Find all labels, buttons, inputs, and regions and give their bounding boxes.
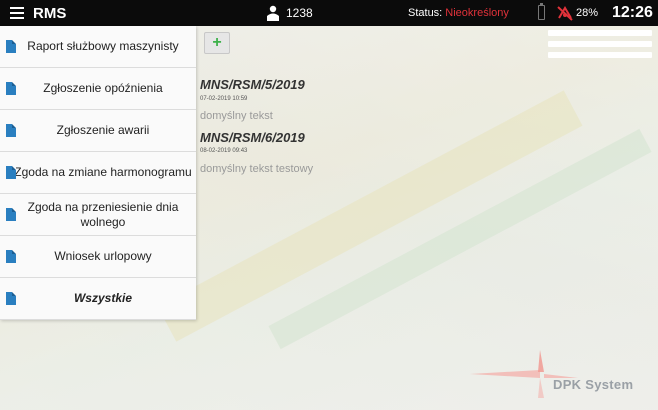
- document-icon: [6, 123, 16, 137]
- filter-field[interactable]: [548, 41, 652, 47]
- document-icon: [6, 291, 16, 305]
- entry-title[interactable]: MNS/RSM/5/2019: [200, 77, 305, 92]
- document-icon: [6, 249, 16, 263]
- hamburger-menu-icon[interactable]: [10, 7, 24, 19]
- signal-off-icon: [557, 6, 573, 21]
- user-icon: [267, 5, 279, 21]
- sidebar-item-label: Raport służbowy maszynisty: [27, 39, 179, 53]
- filter-field[interactable]: [548, 30, 652, 36]
- dpk-logo-text: DPK System: [553, 377, 634, 392]
- entry-text: domyślny tekst: [200, 110, 273, 122]
- status-indicator: Status: Nieokreślony: [408, 7, 509, 19]
- filter-field[interactable]: [548, 52, 652, 58]
- sidebar-item-raport[interactable]: Raport służbowy maszynisty: [0, 26, 196, 68]
- sidebar-item-opoznienie[interactable]: Zgłoszenie opóźnienia: [0, 68, 196, 110]
- status-label: Status:: [408, 7, 446, 19]
- sidebar-item-label: Wniosek urlopowy: [54, 249, 152, 263]
- entry-date: 07-02-2019 10:59: [200, 96, 248, 102]
- entry-date: 08-02-2019 09:43: [200, 148, 248, 154]
- user-id: 1238: [286, 6, 313, 20]
- battery-percentage: 28%: [576, 7, 599, 19]
- clock: 12:26: [612, 4, 653, 21]
- battery-icon: [538, 3, 545, 20]
- sidebar-item-dzien-wolny[interactable]: Zgoda na przeniesienie dnia wolnego: [0, 194, 196, 236]
- top-bar: RMS 1238 Status: Nieokreślony 28% 12:26: [0, 0, 658, 26]
- sidebar-item-label: Zgoda na zmiane harmonogramu: [14, 165, 192, 179]
- document-icon: [6, 81, 16, 95]
- sidebar-item-harmonogram[interactable]: Zgoda na zmiane harmonogramu: [0, 152, 196, 194]
- entry-text: domyślny tekst testowy: [200, 163, 314, 175]
- sidebar-item-wszystkie[interactable]: Wszystkie: [0, 278, 196, 320]
- sidebar-item-label: Wszystkie: [73, 291, 133, 305]
- sidebar-item-label: Zgłoszenie opóźnienia: [43, 81, 163, 95]
- add-button[interactable]: +: [204, 32, 230, 54]
- document-icon: [6, 165, 16, 179]
- sidebar-item-awaria[interactable]: Zgłoszenie awarii: [0, 110, 196, 152]
- status-value: Nieokreślony: [445, 7, 509, 19]
- dpk-logo-mark: [470, 350, 578, 398]
- document-icon: [6, 207, 16, 221]
- sidebar-item-label: Zgoda na przeniesienie dnia wolnego: [27, 199, 179, 229]
- app-title: RMS: [33, 5, 67, 22]
- sidebar: Raport służbowy maszynisty Zgłoszenie op…: [0, 26, 196, 320]
- entry-title[interactable]: MNS/RSM/6/2019: [200, 130, 305, 145]
- sidebar-item-label: Zgłoszenie awarii: [56, 123, 150, 137]
- sidebar-item-urlop[interactable]: Wniosek urlopowy: [0, 236, 196, 278]
- document-icon: [6, 39, 16, 53]
